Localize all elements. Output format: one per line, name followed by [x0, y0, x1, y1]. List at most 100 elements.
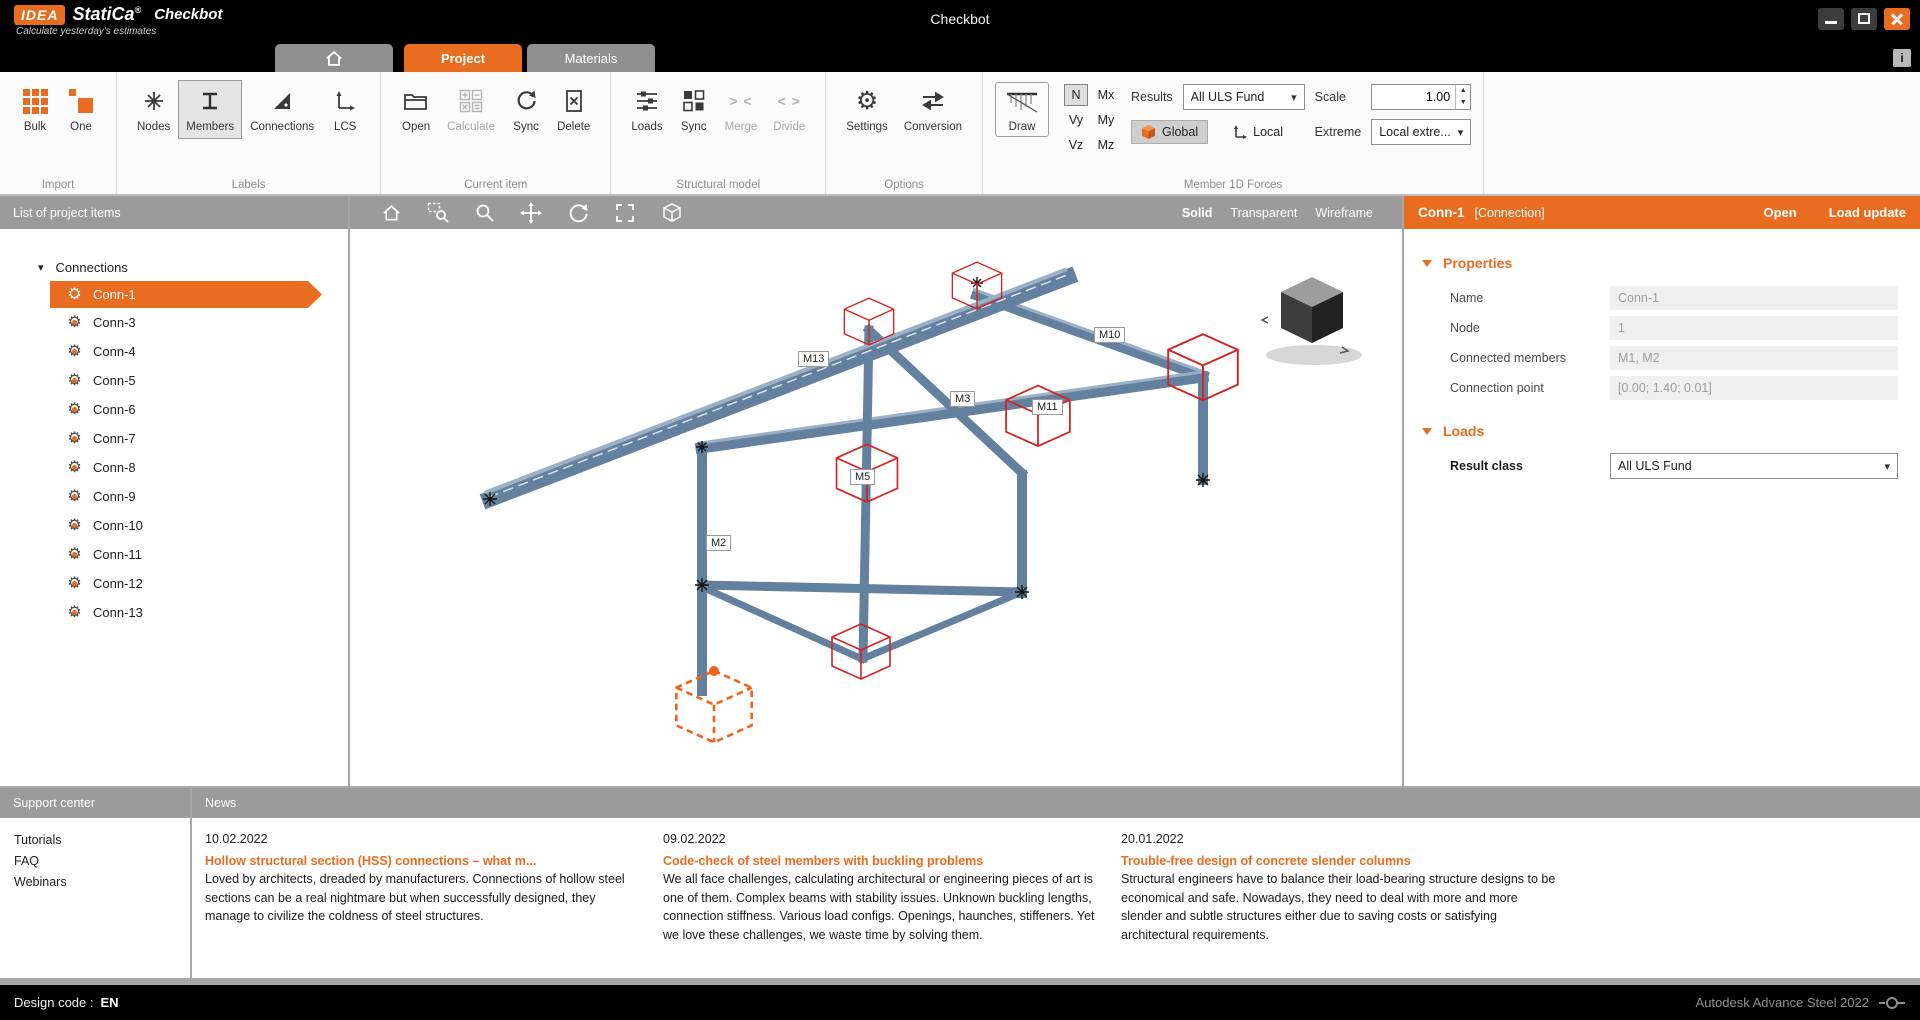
news-title-link[interactable]: Code-check of steel members with bucklin…	[663, 854, 1101, 868]
tree-item-conn-3[interactable]: ⚙Conn-3	[0, 308, 348, 337]
tree-item-conn-1[interactable]: ⚙Conn-1	[50, 281, 322, 308]
rotate-button[interactable]	[567, 202, 589, 224]
tree-expander-icon[interactable]: ▾	[38, 261, 44, 274]
load-update-button[interactable]: Load update	[1829, 205, 1906, 220]
pan-button[interactable]	[520, 202, 542, 224]
news-header: News	[192, 788, 1920, 818]
nav-arrow-icon[interactable]	[1262, 317, 1268, 323]
member-label-m10[interactable]: M10	[1094, 327, 1125, 343]
news-body-text: Loved by architects, dreaded by manufact…	[205, 870, 643, 926]
structural-model-canvas[interactable]	[350, 229, 1402, 786]
tab-materials[interactable]: Materials	[527, 44, 655, 72]
selected-connection-cube[interactable]	[676, 666, 751, 742]
tree-item-conn-8[interactable]: ⚙Conn-8	[0, 453, 348, 482]
members-value-field: M1, M2	[1610, 346, 1898, 370]
ribbon-group-options: ⚙ Settings Conversion Options	[826, 72, 983, 194]
tree-item-conn-12[interactable]: ⚙Conn-12	[0, 569, 348, 598]
news-title-link[interactable]: Hollow structural section (HSS) connecti…	[205, 854, 643, 868]
force-diagram-icon	[1005, 88, 1039, 118]
divide-button[interactable]: < > Divide	[765, 80, 813, 139]
member-label-m13[interactable]: M13	[798, 351, 829, 367]
tree-item-conn-10[interactable]: ⚙Conn-10	[0, 511, 348, 540]
scale-stepper[interactable]: ▲ ▼	[1371, 84, 1471, 110]
member-label-m3[interactable]: M3	[950, 391, 975, 407]
tab-project[interactable]: Project	[404, 44, 522, 72]
results-dropdown[interactable]: All ULS Fund ▾	[1183, 84, 1305, 110]
property-row-name: Name Conn-1	[1404, 283, 1920, 313]
bim-link-status: Autodesk Advance Steel 2022	[1696, 995, 1906, 1010]
property-row-connection-point: Connection point [0.00; 1.40; 0.01]	[1404, 373, 1920, 403]
settings-button[interactable]: ⚙ Settings	[838, 80, 896, 139]
toggle-mx[interactable]: Mx	[1094, 84, 1118, 106]
zoom-fit-button[interactable]	[614, 202, 636, 224]
properties-section-toggle[interactable]: Properties	[1404, 251, 1920, 275]
nodes-labels-button[interactable]: Nodes	[129, 80, 178, 139]
member-label-m11[interactable]: M11	[1032, 399, 1063, 415]
tree-item-conn-13[interactable]: ⚙Conn-13	[0, 598, 348, 627]
maximize-button[interactable]	[1851, 8, 1877, 30]
tree-item-conn-9[interactable]: ⚙Conn-9	[0, 482, 348, 511]
tutorials-link[interactable]: Tutorials	[14, 830, 176, 851]
sync-item-button[interactable]: Sync	[503, 80, 549, 139]
result-class-dropdown[interactable]: All ULS Fund ▾	[1610, 453, 1898, 479]
tree-item-conn-6[interactable]: ⚙Conn-6	[0, 395, 348, 424]
minimize-button[interactable]	[1818, 8, 1844, 30]
toggle-vy[interactable]: Vy	[1064, 109, 1088, 131]
info-button[interactable]: i	[1893, 49, 1911, 67]
tab-home[interactable]	[275, 44, 393, 72]
news-title-link[interactable]: Trouble-free design of concrete slender …	[1121, 854, 1559, 868]
local-toggle-button[interactable]: Local	[1220, 120, 1293, 144]
member-beam-icon	[199, 86, 221, 116]
merge-button[interactable]: > < Merge	[717, 80, 766, 139]
draw-forces-button[interactable]: Draw	[995, 82, 1049, 137]
one-import-button[interactable]: One	[58, 80, 104, 139]
loads-section-toggle[interactable]: Loads	[1404, 419, 1920, 443]
sync-model-button[interactable]: Sync	[671, 80, 717, 139]
member-label-m2[interactable]: M2	[706, 535, 731, 551]
mode-wireframe[interactable]: Wireframe	[1315, 206, 1373, 220]
toggle-my[interactable]: My	[1094, 109, 1118, 131]
member-label-m5[interactable]: M5	[850, 469, 875, 485]
tree-item-conn-5[interactable]: ⚙Conn-5	[0, 366, 348, 395]
calculate-button[interactable]: Calculate	[439, 80, 503, 139]
status-bar: Design code : EN Autodesk Advance Steel …	[0, 985, 1920, 1020]
faq-link[interactable]: FAQ	[14, 851, 176, 872]
delete-item-button[interactable]: Delete	[549, 80, 598, 139]
open-item-button[interactable]: Open	[393, 80, 439, 139]
loads-button[interactable]: Loads	[623, 80, 670, 139]
axes-icon	[334, 86, 356, 116]
view-home-button[interactable]	[381, 203, 402, 223]
connection-cubes[interactable]	[832, 262, 1238, 679]
view-cube-button[interactable]	[661, 202, 683, 224]
mode-solid[interactable]: Solid	[1182, 206, 1213, 220]
extreme-dropdown[interactable]: Local extre... ▾	[1371, 119, 1471, 145]
global-toggle-button[interactable]: Global	[1131, 120, 1208, 144]
toggle-n[interactable]: N	[1064, 84, 1088, 106]
navigation-cube[interactable]	[1262, 277, 1362, 365]
members-labels-button[interactable]: Members	[178, 80, 242, 139]
close-button[interactable]	[1884, 8, 1910, 30]
conversion-button[interactable]: Conversion	[896, 80, 970, 139]
tree-item-conn-4[interactable]: ⚙Conn-4	[0, 337, 348, 366]
bulk-import-button[interactable]: Bulk	[12, 80, 58, 139]
lcs-labels-button[interactable]: LCS	[322, 80, 368, 139]
connections-labels-button[interactable]: Connections	[242, 80, 322, 139]
tree-item-conn-11[interactable]: ⚙Conn-11	[0, 540, 348, 569]
sync-arrow-icon	[514, 86, 538, 116]
project-items-header: List of project items	[0, 196, 348, 229]
spin-down-icon[interactable]: ▼	[1456, 97, 1470, 109]
spin-up-icon[interactable]: ▲	[1456, 85, 1470, 97]
connection-gear-icon: ⚙	[66, 546, 83, 563]
open-connection-button[interactable]: Open	[1763, 205, 1796, 220]
tree-node-connections[interactable]: ▾ Connections	[0, 253, 348, 281]
mode-transparent[interactable]: Transparent	[1230, 206, 1297, 220]
tree-item-conn-7[interactable]: ⚙Conn-7	[0, 424, 348, 453]
zoom-window-button[interactable]	[427, 202, 449, 223]
zoom-button[interactable]	[474, 202, 495, 223]
scale-input[interactable]	[1372, 85, 1455, 109]
toggle-vz[interactable]: Vz	[1064, 134, 1088, 156]
model-viewport[interactable]: M13 M10 M3 M11 M5 M2	[350, 229, 1402, 786]
ribbon-group-labels: Nodes Members Connections LCS Labe	[117, 72, 381, 194]
toggle-mz[interactable]: Mz	[1094, 134, 1118, 156]
webinars-link[interactable]: Webinars	[14, 872, 176, 893]
